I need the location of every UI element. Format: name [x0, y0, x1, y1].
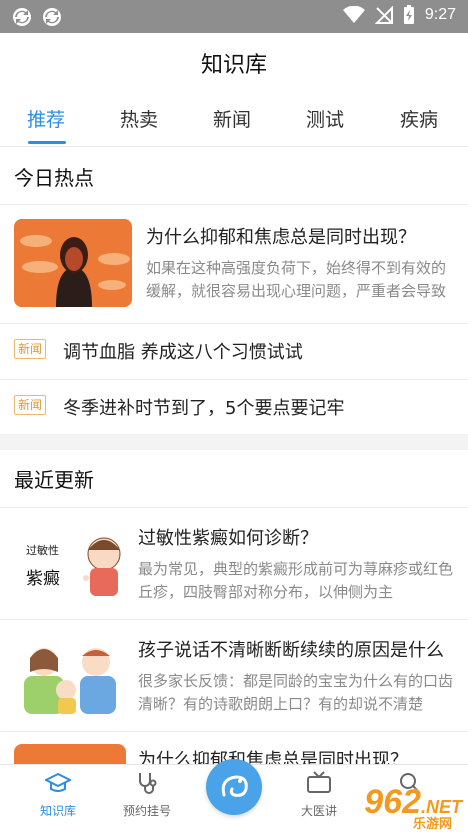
article-desc: 最为常见，典型的紫癜形成前可为荨麻疹或红色丘疹，四肢臀部对称分布，以伸侧为主 — [138, 560, 454, 601]
section-title-recent: 最近更新 — [14, 468, 94, 492]
sync-icon — [13, 8, 31, 26]
article-desc: 如果在这种高强度负荷下，始终得不到有效的缓解，就很容易出现心理问题，严重者会导致… — [146, 259, 447, 300]
watermark-caption: 乐游网 — [412, 817, 452, 832]
news-item[interactable]: 新闻 调节血脂 养成这八个习惯试试 — [0, 324, 468, 378]
category-tabs: 推荐 热卖 新闻 测试 疾病 — [0, 89, 468, 147]
stethoscope-icon — [139, 773, 157, 794]
status-bar: 9:27 — [0, 0, 468, 33]
nav-knowledge-base[interactable]: 知识库 — [18, 771, 98, 819]
news-badge: 新闻 — [14, 395, 47, 415]
news-text: 调节血脂 养成这八个习惯试试 — [63, 342, 303, 363]
sync-icon — [43, 8, 61, 26]
article-title: 孩子说话不清晰断断续续的原因是什么 — [138, 640, 444, 661]
tv-icon — [307, 771, 331, 793]
today-hot-header: 今日热点 — [0, 148, 468, 204]
article-title: 为什么抑郁和焦虑总是同时出现？ — [138, 750, 408, 764]
tab-recommend[interactable]: 推荐 — [27, 105, 65, 132]
article-title: 过敏性紫癜如何诊断？ — [138, 528, 318, 549]
article-thumbnail: 过敏性 紫癜 — [14, 520, 126, 604]
depressed-woman-illustration — [14, 219, 132, 307]
recent-header: 最近更新 — [0, 450, 468, 506]
title-bar: 知识库 — [0, 33, 468, 89]
center-logo-icon — [221, 775, 248, 797]
child-illustration — [83, 537, 121, 596]
nav-appointment[interactable]: 预约挂号 — [107, 771, 187, 819]
nav-doctor-talk[interactable]: 大医讲 — [279, 771, 359, 819]
family-illustration — [24, 648, 116, 714]
article-thumbnail — [14, 632, 126, 716]
tab-hot-sale[interactable]: 热卖 — [120, 105, 158, 132]
news-item[interactable]: 新闻 冬季进补时节到了，5个要点要记牢 — [0, 380, 468, 434]
nav-label: 预约挂号 — [122, 804, 171, 818]
article-item[interactable]: 过敏性 紫癜 过敏性紫癜如何诊断？ 最为常见，典型的紫癜形成前可为荨麻疹或红色丘… — [0, 508, 468, 618]
news-badge: 新闻 — [14, 339, 47, 359]
section-divider — [0, 434, 468, 450]
section-title-today-hot: 今日热点 — [14, 166, 94, 190]
article-title: 为什么抑郁和焦虑总是同时出现？ — [146, 227, 416, 248]
article-thumbnail — [14, 744, 126, 764]
status-time: 9:27 — [424, 6, 456, 23]
article-item[interactable]: 孩子说话不清晰断断续续的原因是什么 很多家长反馈：都是同龄的宝宝为什么有的口齿清… — [0, 620, 468, 730]
nav-label: 知识库 — [39, 804, 76, 818]
no-signal-icon — [374, 6, 393, 24]
nav-label: 大医讲 — [300, 804, 337, 818]
page-title: 知识库 — [200, 53, 267, 78]
wifi-icon — [342, 6, 365, 23]
graduation-cap-icon — [43, 772, 73, 792]
tab-test[interactable]: 测试 — [306, 105, 344, 132]
article-desc: 很多家长反馈：都是同龄的宝宝为什么有的口齿清晰？有的诗歌朗朗上口？有的却说不清楚 — [138, 672, 454, 713]
news-text: 冬季进补时节到了，5个要点要记牢 — [63, 398, 345, 419]
tab-indicator — [28, 141, 66, 144]
featured-article[interactable]: 为什么抑郁和焦虑总是同时出现？ 如果在这种高强度负荷下，始终得不到有效的缓解，就… — [0, 205, 468, 322]
bottom-navigation: 知识库 预约挂号 大医讲 962.NET 乐游网 — [0, 759, 468, 832]
article-thumbnail — [14, 219, 132, 307]
battery-charging-icon — [403, 5, 414, 24]
tab-disease[interactable]: 疾病 — [400, 105, 438, 132]
tab-news[interactable]: 新闻 — [213, 105, 251, 132]
center-logo-button[interactable] — [206, 759, 262, 815]
